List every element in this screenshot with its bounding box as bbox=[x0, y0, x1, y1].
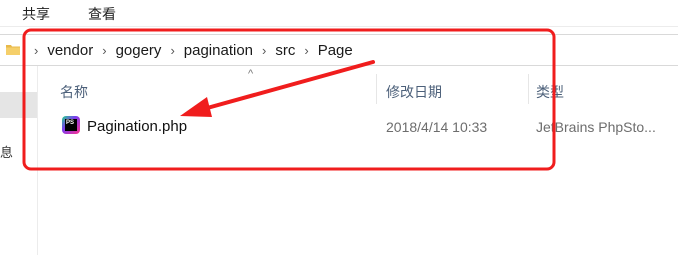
breadcrumb-src[interactable]: src bbox=[274, 42, 296, 59]
breadcrumb-separator[interactable]: › bbox=[304, 43, 308, 58]
breadcrumb: › vendor › gogery › pagination › src › P… bbox=[26, 35, 354, 65]
column-header-type[interactable]: 类型 bbox=[536, 82, 564, 102]
breadcrumb-separator[interactable]: › bbox=[262, 43, 266, 58]
column-header-name[interactable]: 名称 bbox=[60, 82, 88, 102]
breadcrumb-separator[interactable]: › bbox=[170, 43, 174, 58]
nav-selected-item[interactable] bbox=[0, 92, 37, 118]
sort-ascending-icon: ^ bbox=[248, 68, 254, 80]
file-modified-date: 2018/4/14 10:33 bbox=[386, 119, 488, 135]
breadcrumb-vendor[interactable]: vendor bbox=[46, 42, 94, 59]
ribbon-menu: 共享 查看 bbox=[0, 0, 678, 27]
column-divider[interactable] bbox=[376, 74, 377, 104]
address-bar[interactable]: › vendor › gogery › pagination › src › P… bbox=[0, 34, 678, 66]
file-row[interactable]: PS Pagination.php 2018/4/14 10:33 JetBra… bbox=[38, 112, 678, 142]
nav-item-label[interactable]: 息 bbox=[0, 142, 13, 161]
breadcrumb-page[interactable]: Page bbox=[317, 42, 354, 59]
column-header-date[interactable]: 修改日期 bbox=[386, 82, 442, 102]
column-divider[interactable] bbox=[528, 74, 529, 104]
column-header-bar: ^ 名称 修改日期 类型 bbox=[38, 66, 678, 110]
ribbon-tab-view[interactable]: 查看 bbox=[88, 4, 116, 24]
phpstorm-icon: PS bbox=[62, 116, 80, 134]
ribbon-tab-share[interactable]: 共享 bbox=[22, 4, 50, 24]
navigation-pane: 息 bbox=[0, 66, 38, 255]
breadcrumb-pagination[interactable]: pagination bbox=[183, 42, 254, 59]
file-type: JetBrains PhpSto... bbox=[536, 119, 656, 135]
breadcrumb-gogery[interactable]: gogery bbox=[115, 42, 163, 59]
phpstorm-icon-label: PS bbox=[65, 119, 77, 131]
breadcrumb-separator[interactable]: › bbox=[34, 43, 38, 58]
file-name[interactable]: Pagination.php bbox=[87, 118, 187, 135]
folder-icon bbox=[6, 45, 20, 55]
breadcrumb-separator[interactable]: › bbox=[102, 43, 106, 58]
